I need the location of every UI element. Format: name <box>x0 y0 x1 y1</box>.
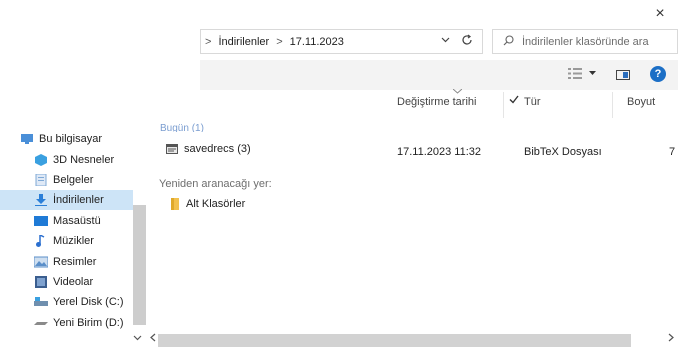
breadcrumb-downloads[interactable]: İndirilenler <box>218 36 269 48</box>
column-header-size[interactable]: Boyut <box>627 96 655 108</box>
nav-item-local-disk-c[interactable]: Yerel Disk (C:) <box>34 292 124 312</box>
nav-label: Yeni Birim (D:) <box>53 317 124 329</box>
breadcrumb-separator: > <box>205 35 212 48</box>
nav-item-videos[interactable]: Videolar <box>34 272 93 292</box>
view-toolbar <box>200 60 678 90</box>
refresh-icon <box>461 34 473 49</box>
breadcrumb-separator: > <box>276 35 283 48</box>
file-row[interactable]: savedrecs (3) <box>166 143 251 155</box>
music-icon <box>34 234 48 247</box>
file-size: 7 <box>669 146 676 158</box>
nav-item-downloads[interactable]: İndirilenler <box>0 190 133 210</box>
nav-label: Belgeler <box>53 174 94 186</box>
nav-item-this-pc[interactable]: Bu bilgisayar <box>20 129 102 149</box>
file-type: BibTeX Dosyası <box>524 146 602 158</box>
column-header-modified[interactable]: Değiştirme tarihi <box>397 96 476 108</box>
nav-label: Müzikler <box>53 235 94 247</box>
search-icon <box>503 34 514 49</box>
chevron-left-icon[interactable] <box>150 333 156 345</box>
subfolders-label: Alt Klasörler <box>186 198 246 210</box>
local-disk-icon <box>34 296 48 308</box>
sort-chevron-icon <box>452 87 463 96</box>
videos-icon <box>34 276 48 288</box>
horizontal-scrollbar-thumb[interactable] <box>158 334 631 347</box>
group-header[interactable]: Bugün (1) <box>160 122 204 132</box>
nav-label: Videolar <box>53 276 94 288</box>
nav-label: Masaüstü <box>53 215 101 227</box>
nav-scrollbar-thumb[interactable] <box>133 205 146 325</box>
nav-label: Resimler <box>53 256 97 268</box>
search-again-subfolders-link[interactable]: Alt Klasörler <box>171 198 245 210</box>
nav-label: 3D Nesneler <box>53 154 115 166</box>
refresh-button[interactable] <box>452 29 482 54</box>
search-again-label: Yeniden aranacağı yer: <box>159 178 272 190</box>
file-name: savedrecs (3) <box>184 143 251 155</box>
details-view-icon[interactable] <box>568 68 582 82</box>
search-box[interactable]: İndirilenler klasöründe ara <box>492 29 678 54</box>
close-button[interactable]: × <box>648 4 672 24</box>
desktop-icon <box>34 215 48 227</box>
preview-pane-icon[interactable] <box>616 70 630 80</box>
search-input[interactable]: İndirilenler klasöründe ara <box>522 36 649 48</box>
nav-item-3d-objects[interactable]: 3D Nesneler <box>34 150 114 170</box>
documents-icon <box>34 173 48 187</box>
navigation-pane: Bu bilgisayar 3D Nesneler Belgeler İndir… <box>0 120 147 347</box>
pictures-icon <box>33 256 49 268</box>
nav-item-music[interactable]: Müzikler <box>34 231 94 251</box>
nav-item-desktop[interactable]: Masaüstü <box>34 211 101 231</box>
file-modified: 17.11.2023 11:32 <box>397 146 482 158</box>
nav-item-documents[interactable]: Belgeler <box>34 170 93 190</box>
computer-icon <box>20 133 34 145</box>
downloads-icon <box>34 194 48 206</box>
3d-objects-icon <box>34 154 48 166</box>
chevron-down-icon[interactable] <box>589 68 596 78</box>
drive-icon <box>34 317 48 329</box>
close-icon: × <box>655 5 665 22</box>
column-divider[interactable] <box>503 92 504 118</box>
nav-label: Yerel Disk (C:) <box>53 296 124 308</box>
chevron-down-icon[interactable] <box>133 333 142 343</box>
check-icon <box>509 95 519 107</box>
help-icon[interactable]: ? <box>650 66 666 82</box>
text-file-icon <box>166 143 178 155</box>
nav-label: Bu bilgisayar <box>39 133 102 145</box>
nav-item-pictures[interactable]: Resimler <box>33 252 97 272</box>
nav-label: İndirilenler <box>53 194 104 206</box>
breadcrumb-date-folder[interactable]: 17.11.2023 <box>290 36 344 48</box>
column-divider[interactable] <box>612 92 613 118</box>
folder-icon <box>171 198 179 210</box>
nav-item-new-volume-d[interactable]: Yeni Birim (D:) <box>34 313 124 333</box>
column-header-type[interactable]: Tür <box>524 96 541 108</box>
chevron-down-icon[interactable] <box>441 35 450 46</box>
chevron-right-icon[interactable] <box>668 333 674 345</box>
address-bar[interactable]: > İndirilenler > 17.11.2023 <box>200 29 483 54</box>
